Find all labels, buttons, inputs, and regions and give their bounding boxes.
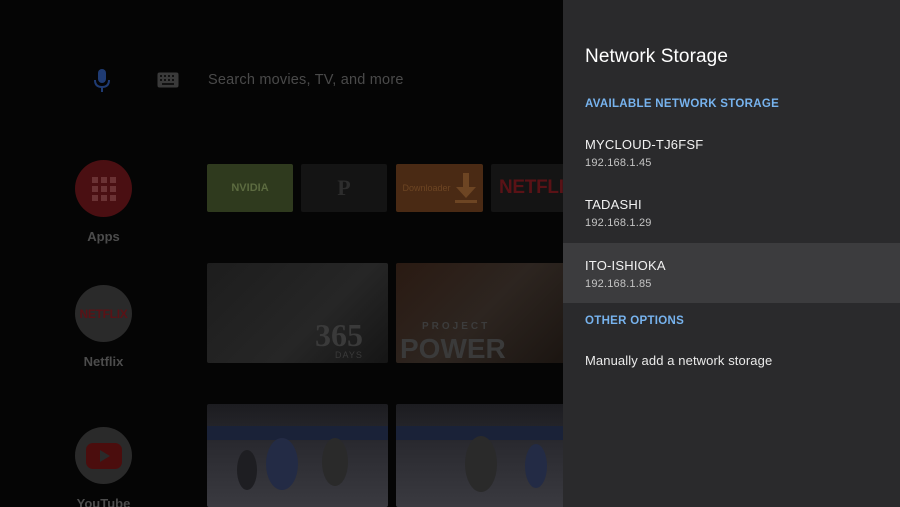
poster-title: 365	[315, 317, 363, 353]
storage-name: TADASHI	[585, 197, 642, 212]
poster-subtitle: PROJECT	[422, 321, 491, 332]
poster-subtitle: DAYS	[335, 350, 363, 360]
apps-launcher[interactable]: Apps	[75, 160, 132, 244]
storage-item-tadashi[interactable]: TADASHI 192.168.1.29	[563, 182, 900, 242]
downloader-label: Downloader	[402, 183, 451, 193]
storage-ip: 192.168.1.29	[585, 217, 652, 229]
storage-name: MYCLOUD-TJ6FSF	[585, 137, 704, 152]
playstation-logo-icon: P	[337, 175, 351, 200]
nvidia-tile[interactable]: NVIDIA	[207, 164, 293, 212]
movie-poster-365-days[interactable]: 365 DAYS	[207, 263, 388, 363]
storage-name: ITO-ISHIOKA	[585, 258, 666, 273]
youtube-label: YouTube	[76, 496, 131, 507]
panel-title: Network Storage	[585, 46, 729, 67]
keyboard-icon[interactable]	[157, 72, 179, 88]
available-storage-header: AVAILABLE NETWORK STORAGE	[585, 98, 780, 110]
other-options-header: OTHER OPTIONS	[585, 315, 685, 327]
playstation-tile[interactable]: P	[301, 164, 387, 212]
network-storage-panel: Network Storage AVAILABLE NETWORK STORAG…	[563, 0, 900, 507]
video-thumbnail-hockey-1[interactable]	[207, 404, 388, 507]
netflix-tile-logo: NETFLIX	[499, 177, 563, 198]
downloader-tile[interactable]: Downloader	[396, 164, 483, 212]
movie-poster-project-power[interactable]: PROJECT POWER	[396, 263, 563, 363]
youtube-logo-icon	[75, 427, 132, 484]
download-arrow-icon	[454, 173, 477, 203]
search-placeholder[interactable]: Search movies, TV, and more	[208, 72, 404, 88]
nvidia-logo-text: NVIDIA	[231, 182, 269, 194]
netflix-app[interactable]: NETFLIX Netflix	[75, 285, 132, 369]
manual-add-storage-option[interactable]: Manually add a network storage	[563, 340, 900, 384]
microphone-icon[interactable]	[92, 68, 112, 94]
storage-item-mycloud[interactable]: MYCLOUD-TJ6FSF 192.168.1.45	[563, 122, 900, 182]
netflix-tile[interactable]: NETFLIX	[491, 164, 563, 212]
apps-grid-icon	[75, 160, 132, 217]
poster-title: POWER	[400, 333, 506, 363]
hockey-players-image	[207, 426, 388, 490]
apps-label: Apps	[87, 229, 120, 244]
netflix-logo-icon: NETFLIX	[75, 285, 132, 342]
netflix-label: Netflix	[83, 354, 124, 369]
home-screen-background: Search movies, TV, and more Apps NETFLIX…	[0, 0, 563, 507]
youtube-app[interactable]: YouTube	[75, 427, 132, 507]
storage-item-ito-ishioka[interactable]: ITO-ISHIOKA 192.168.1.85	[563, 243, 900, 303]
storage-ip: 192.168.1.45	[585, 157, 652, 169]
video-thumbnail-hockey-2[interactable]	[396, 404, 563, 507]
storage-ip: 192.168.1.85	[585, 278, 652, 290]
hockey-players-image	[396, 426, 563, 492]
